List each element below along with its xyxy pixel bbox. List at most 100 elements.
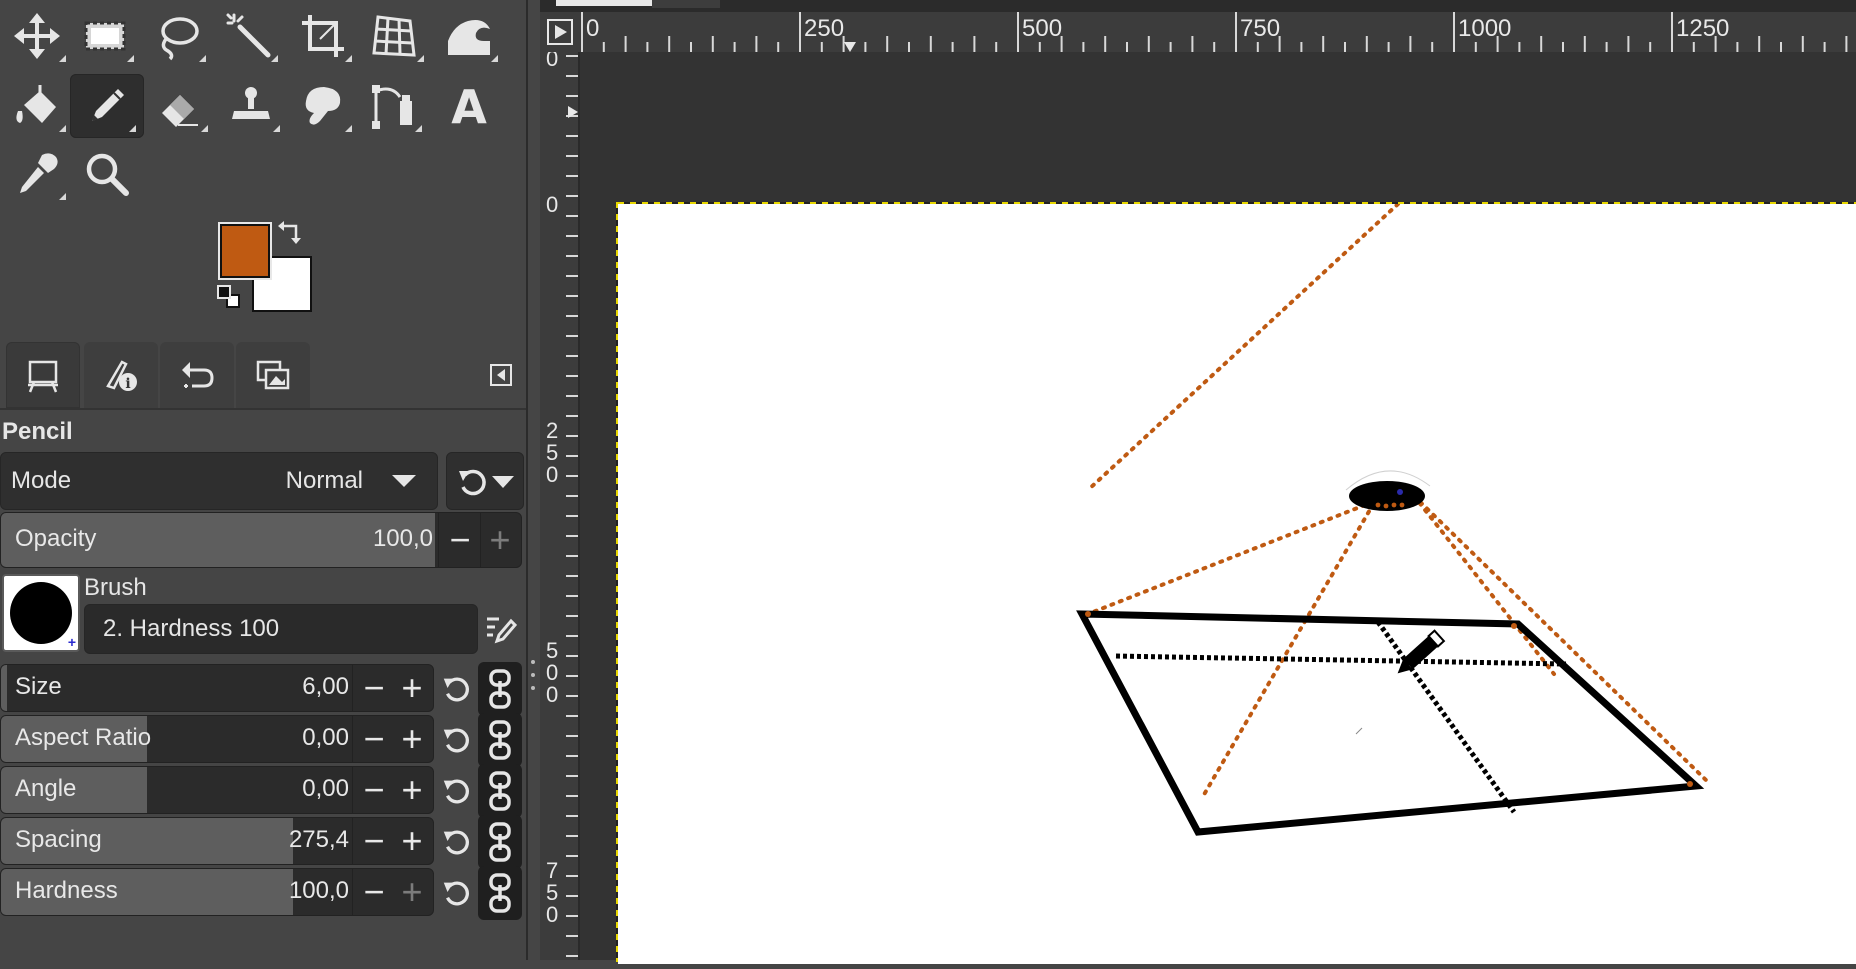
navigate-icon	[547, 19, 573, 45]
size-link-button[interactable]	[478, 662, 522, 716]
undo-icon	[182, 362, 214, 388]
perspective-grid-icon	[372, 15, 416, 57]
smudge-icon	[305, 87, 341, 125]
clone-tool-button[interactable]	[214, 74, 288, 138]
hardness-decrease-button[interactable]: −	[355, 869, 393, 915]
angle-increase-button[interactable]: +	[393, 767, 431, 813]
tab-device-status[interactable]: i	[84, 342, 158, 408]
chain-link-icon	[489, 822, 511, 862]
pencil-tool-button[interactable]	[70, 74, 144, 138]
rect-select-icon	[84, 21, 126, 51]
reset-icon	[443, 830, 469, 855]
brush-preview-button[interactable]: +	[2, 574, 80, 652]
fuzzy-select-tool-button[interactable]	[212, 4, 286, 68]
horizontal-ruler[interactable]: 0 250 500 750 1000 1250	[580, 12, 1856, 52]
opacity-increase-button[interactable]: +	[481, 513, 519, 567]
dock-resize-handle[interactable]	[528, 660, 538, 690]
mode-combo[interactable]: Mode Normal	[0, 452, 438, 510]
plus-icon: +	[67, 634, 76, 650]
vertical-ruler[interactable]: 00250500750	[540, 52, 580, 960]
dock-menu-button[interactable]	[486, 360, 516, 390]
v-ruler-label: 0	[546, 192, 558, 217]
tab-tool-options[interactable]	[6, 342, 80, 408]
aspect-reset-button[interactable]	[436, 715, 476, 765]
angle-link-button[interactable]	[478, 764, 522, 818]
h-ruler-label: 500	[1022, 15, 1062, 42]
quick-mask-toggle[interactable]	[540, 12, 580, 52]
hardness-slider[interactable]: Hardness 100,0− +	[0, 868, 434, 916]
size-increase-button[interactable]: +	[393, 665, 431, 711]
drawing	[1076, 202, 1710, 836]
hardness-link-button[interactable]	[478, 866, 522, 920]
spacing-label: Spacing	[15, 826, 102, 853]
frame-outline	[1076, 610, 1705, 836]
crop-tool-button[interactable]	[286, 4, 360, 68]
hardness-value: 100,0	[288, 877, 349, 904]
chain-link-icon	[489, 873, 511, 913]
angle-reset-button[interactable]	[436, 766, 476, 816]
smudge-tool-button[interactable]	[286, 74, 360, 138]
fg-bg-color-area	[210, 218, 312, 318]
aspect-decrease-button[interactable]: −	[355, 716, 393, 762]
move-tool-button[interactable]	[0, 4, 74, 68]
reset-mode-dropdown[interactable]	[446, 452, 524, 510]
opacity-decrease-button[interactable]: −	[441, 513, 479, 567]
edit-brush-button[interactable]	[480, 608, 520, 648]
aspect-value: 0,00	[302, 724, 349, 751]
hardness-reset-button[interactable]	[436, 868, 476, 918]
angle-decrease-button[interactable]: −	[355, 767, 393, 813]
rect-select-tool-button[interactable]	[68, 4, 142, 68]
opacity-label: Opacity	[15, 525, 97, 552]
spacing-increase-button[interactable]: +	[393, 818, 431, 864]
h-ruler-label: 1250	[1676, 15, 1729, 42]
zoom-tool-button[interactable]	[70, 142, 144, 206]
reset-icon	[443, 881, 469, 906]
aspect-increase-button[interactable]: +	[393, 716, 431, 762]
size-reset-button[interactable]	[436, 664, 476, 714]
hardness-increase-button[interactable]: +	[393, 869, 431, 915]
spacing-link-button[interactable]	[478, 815, 522, 869]
size-fill	[1, 665, 7, 711]
reset-icon	[443, 728, 469, 753]
svg-text:A: A	[451, 81, 487, 131]
brush-name: 2. Hardness 100	[103, 615, 280, 642]
swap-colors-icon[interactable]	[276, 218, 304, 246]
opacity-slider[interactable]: Opacity 100,0 − +	[0, 512, 522, 568]
reset-colors-icon[interactable]	[216, 284, 242, 310]
h-ruler-label: 750	[1240, 15, 1280, 42]
aspect-link-button[interactable]	[478, 713, 522, 767]
text-tool-button[interactable]: A	[432, 74, 506, 138]
transform-tool-button[interactable]	[358, 4, 432, 68]
spacing-reset-button[interactable]	[436, 817, 476, 867]
h-ruler-label: 0	[586, 15, 599, 42]
hardness-label: Hardness	[15, 877, 118, 904]
spacing-slider[interactable]: Spacing 275,4− +	[0, 817, 434, 865]
chevron-down-icon	[392, 475, 416, 487]
free-select-tool-button[interactable]	[140, 4, 214, 68]
image-tab-active[interactable]	[556, 0, 652, 6]
eraser-tool-button[interactable]	[142, 74, 216, 138]
device-status-icon: i	[106, 360, 137, 392]
size-decrease-button[interactable]: −	[355, 665, 393, 711]
spacing-decrease-button[interactable]: −	[355, 818, 393, 864]
aspect-slider[interactable]: Aspect Ratio 0,00− +	[0, 715, 434, 763]
angle-slider[interactable]: Angle 0,00− +	[0, 766, 434, 814]
tab-images[interactable]	[236, 342, 310, 408]
paths-tool-button[interactable]	[356, 74, 430, 138]
image-tab[interactable]	[652, 0, 720, 8]
color-picker-tool-button[interactable]	[0, 142, 74, 206]
bucket-fill-tool-button[interactable]	[0, 74, 74, 138]
canvas-area[interactable]	[580, 52, 1856, 964]
tab-undo-history[interactable]	[160, 342, 234, 408]
eyedropper-icon	[20, 153, 58, 193]
image-canvas[interactable]	[618, 202, 1856, 964]
foreground-color-swatch[interactable]	[218, 222, 272, 280]
chain-link-icon	[489, 669, 511, 709]
mode-label: Mode	[11, 467, 72, 494]
reset-icon	[443, 779, 469, 804]
vertical-ruler-ticks: 00250500750	[546, 52, 580, 957]
bucket-fill-icon	[16, 85, 56, 123]
size-slider[interactable]: Size 6,00− +	[0, 664, 434, 712]
warp-tool-button[interactable]	[432, 4, 506, 68]
brush-name-field[interactable]: 2. Hardness 100	[84, 604, 478, 654]
